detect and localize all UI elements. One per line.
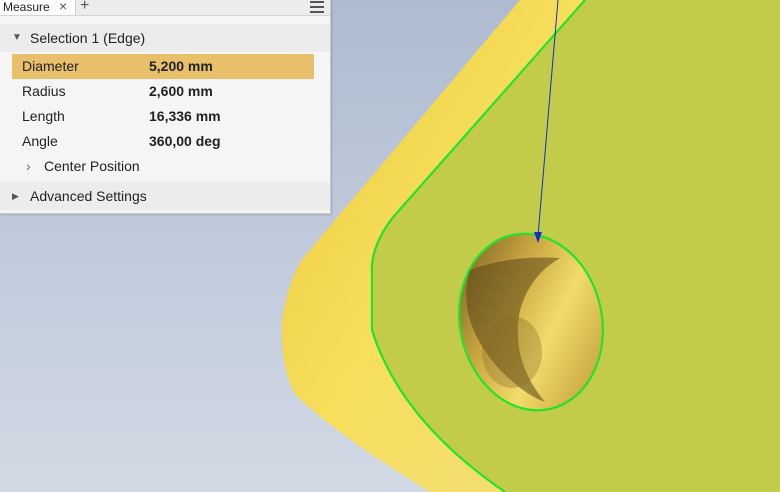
collapse-triangle-icon[interactable]: ▼ xyxy=(12,24,22,52)
measure-panel: Measure × + ▼ Selection 1 (Edge) Diamete… xyxy=(0,0,331,214)
row-label: Angle xyxy=(22,133,58,149)
row-value: 5,200 mm xyxy=(149,58,213,74)
row-label: Length xyxy=(22,108,65,124)
part-top-face[interactable] xyxy=(371,0,780,492)
row-radius[interactable]: Radius 2,600 mm xyxy=(12,79,314,104)
row-label: Radius xyxy=(22,83,66,99)
row-diameter[interactable]: Diameter 5,200 mm xyxy=(12,54,314,79)
close-tab-icon[interactable]: × xyxy=(59,0,67,13)
row-value: 360,00 deg xyxy=(149,133,221,149)
chevron-right-icon[interactable]: › xyxy=(26,155,31,177)
advanced-settings-header[interactable]: ▶ Advanced Settings xyxy=(0,182,330,210)
row-value: 2,600 mm xyxy=(149,83,213,99)
row-angle[interactable]: Angle 360,00 deg xyxy=(12,129,314,154)
tab-bar: Measure × + xyxy=(0,0,330,16)
tab-measure-label: Measure xyxy=(3,0,50,14)
row-value: 16,336 mm xyxy=(149,108,221,124)
hamburger-menu-icon[interactable] xyxy=(310,1,324,13)
row-label: Diameter xyxy=(22,58,79,74)
add-tab-icon[interactable]: + xyxy=(80,0,89,15)
selection-title: Selection 1 (Edge) xyxy=(30,30,146,46)
expand-triangle-icon[interactable]: ▶ xyxy=(12,182,19,210)
row-length[interactable]: Length 16,336 mm xyxy=(12,104,314,129)
center-position-label: Center Position xyxy=(44,158,140,174)
tab-measure[interactable]: Measure × xyxy=(0,0,76,15)
selection-section-header[interactable]: ▼ Selection 1 (Edge) xyxy=(0,24,330,52)
advanced-settings-label: Advanced Settings xyxy=(30,188,147,204)
